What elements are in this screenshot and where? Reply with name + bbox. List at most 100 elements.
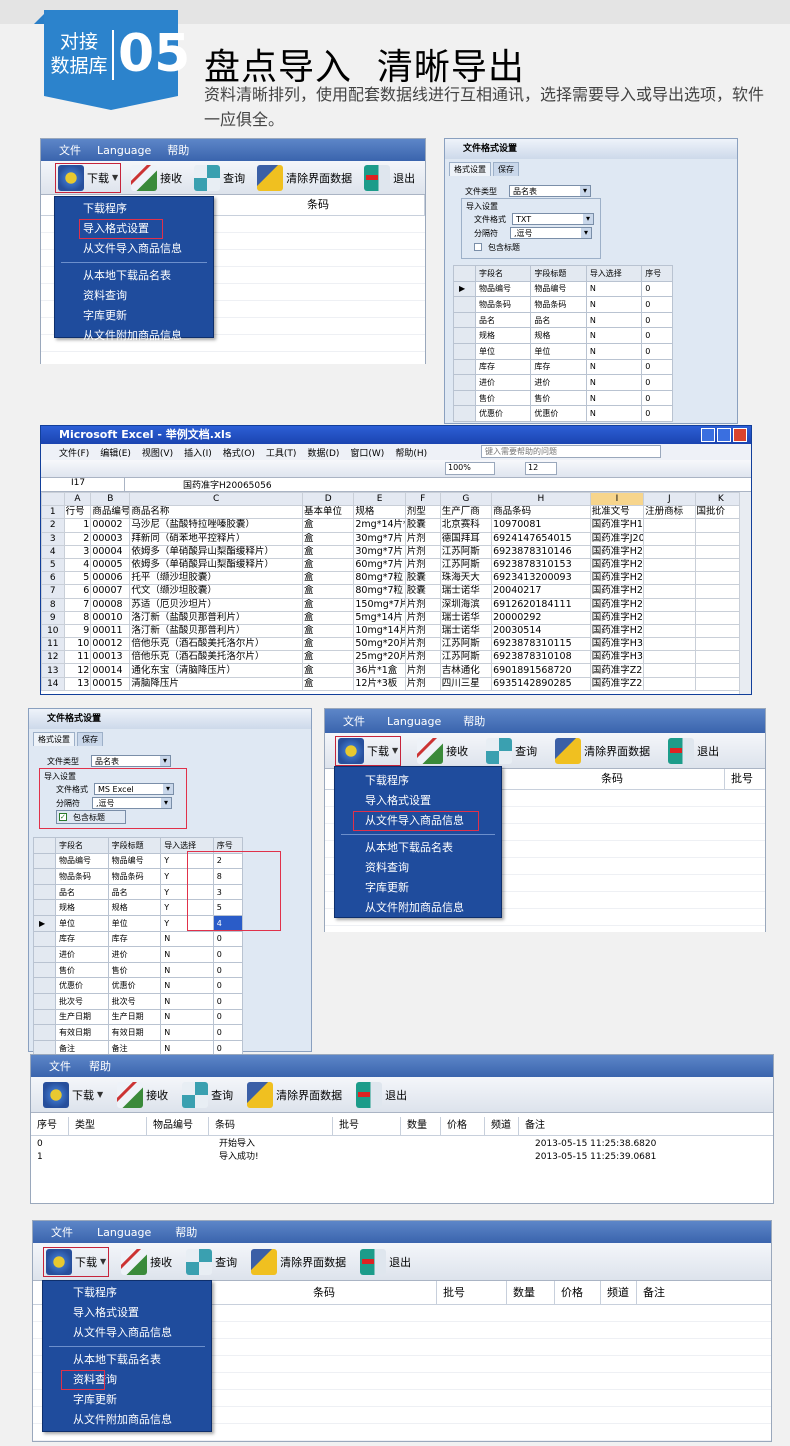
name-box[interactable]: I17 bbox=[41, 478, 125, 491]
excel-menu-item[interactable]: 文件(F) bbox=[59, 446, 89, 459]
sheet-cell[interactable]: 盒 bbox=[301, 571, 355, 586]
column-letter[interactable]: E bbox=[353, 491, 406, 507]
sheet-cell[interactable]: 国药准字J20040031 bbox=[589, 531, 645, 546]
sheet-cell[interactable]: 江苏阿斯 bbox=[439, 557, 493, 573]
vertical-scrollbar[interactable] bbox=[739, 492, 751, 694]
sheet-cell[interactable]: 00007 bbox=[90, 584, 131, 599]
table-row[interactable]: 优惠价 优惠价 N 0 bbox=[33, 977, 244, 994]
sheet-cell[interactable]: 13 bbox=[63, 676, 92, 691]
download-button[interactable]: 下载 ▼ bbox=[335, 735, 402, 766]
select-all-cell[interactable] bbox=[41, 491, 65, 507]
excel-menu-item[interactable]: 插入(I) bbox=[184, 446, 212, 459]
sheet-cell[interactable]: 倍他乐克（酒石酸美托洛尔片） bbox=[129, 637, 303, 652]
sheet-cell[interactable]: 盒 bbox=[301, 518, 355, 533]
menu-item-data-query[interactable]: 资料查询 bbox=[61, 1370, 117, 1390]
sheet-cell[interactable]: 00012 bbox=[90, 637, 131, 652]
file-format-select[interactable]: MS Excel bbox=[94, 783, 174, 795]
sheet-cell[interactable]: 洛汀新（盐酸贝那普利片） bbox=[129, 610, 303, 625]
col-type[interactable]: 类型 bbox=[69, 1117, 147, 1135]
sheet-cell[interactable]: 盒 bbox=[301, 676, 355, 691]
sheet-cell[interactable]: 9 bbox=[63, 623, 92, 639]
download-button[interactable]: 下载 ▼ bbox=[43, 1246, 110, 1277]
import-select-cell[interactable]: N bbox=[585, 374, 643, 391]
menu-help[interactable]: 帮助 bbox=[89, 1058, 111, 1074]
sheet-cell[interactable]: 江苏阿斯 bbox=[439, 544, 493, 559]
tab-save[interactable]: 保存 bbox=[77, 732, 103, 746]
sheet-cell[interactable] bbox=[643, 676, 696, 691]
sheet-cell[interactable]: 5 bbox=[63, 571, 92, 586]
sheet-cell[interactable]: 盒 bbox=[301, 610, 355, 625]
sheet-cell[interactable]: 江苏阿斯 bbox=[439, 650, 493, 665]
sheet-cell[interactable]: 国药准字H32025390 bbox=[589, 637, 645, 652]
exit-button[interactable]: 退出 bbox=[358, 1247, 413, 1277]
log-row[interactable]: 1 导入成功! 2013-05-15 11:25:39.0681 bbox=[31, 1151, 773, 1164]
menu-item-download-local[interactable]: 从本地下载品名表 bbox=[335, 838, 501, 858]
menu-file[interactable]: 文件 bbox=[343, 713, 365, 729]
menu-help[interactable]: 帮助 bbox=[167, 142, 189, 158]
sheet-cell[interactable]: 00006 bbox=[90, 571, 131, 586]
close-icon[interactable] bbox=[733, 428, 747, 442]
sheet-cell[interactable]: 苏适（厄贝沙坦片） bbox=[129, 597, 303, 612]
sheet-cell[interactable]: 00011 bbox=[90, 623, 131, 639]
import-select-cell[interactable]: N bbox=[585, 280, 643, 298]
sheet-cell[interactable]: 盒 bbox=[301, 597, 355, 612]
sheet-cell[interactable]: 马沙尼（盐酸特拉唑嗪胶囊） bbox=[129, 518, 303, 533]
sheet-cell[interactable]: 德国拜耳 bbox=[439, 531, 493, 546]
sheet-cell[interactable]: 片剂 bbox=[404, 610, 441, 625]
menu-item-font-update[interactable]: 字库更新 bbox=[335, 878, 501, 898]
menu-item-import-from-file[interactable]: 从文件导入商品信息 bbox=[55, 239, 213, 259]
menu-item-append-from-file[interactable]: 从文件附加商品信息 bbox=[55, 326, 213, 346]
excel-menu-item[interactable]: 格式(O) bbox=[223, 446, 255, 459]
sheet-cell[interactable]: 瑞士诺华 bbox=[439, 610, 493, 625]
sheet-cell[interactable]: 商品编号 bbox=[90, 505, 131, 520]
sheet-cell[interactable]: 1 bbox=[63, 518, 92, 533]
header-checkbox[interactable]: 包含标题 bbox=[474, 240, 600, 254]
sheet-cell[interactable] bbox=[643, 518, 696, 533]
menu-item-data-query[interactable]: 资料查询 bbox=[55, 286, 213, 306]
sheet-cell[interactable] bbox=[643, 650, 696, 665]
sheet-cell[interactable]: 7 bbox=[63, 597, 92, 612]
menu-item-download-local[interactable]: 从本地下载品名表 bbox=[55, 266, 213, 286]
table-row[interactable]: 单位 单位 N 0 bbox=[453, 342, 673, 360]
table-row[interactable]: 进价 进价 N 0 bbox=[453, 374, 673, 391]
file-type-select[interactable]: 品名表 bbox=[91, 755, 171, 767]
header-checkbox[interactable]: ✓ 包含标题 bbox=[56, 810, 126, 824]
table-row[interactable]: 批次号 批次号 N 0 bbox=[33, 992, 244, 1010]
sheet-cell[interactable]: 倍他乐克（酒石酸美托洛尔片） bbox=[129, 650, 303, 665]
sheet-cell[interactable]: 江苏阿斯 bbox=[439, 637, 493, 652]
sheet-cell[interactable]: 国药准字H20030514 bbox=[589, 623, 645, 639]
table-row[interactable]: 规格 规格 N 0 bbox=[453, 327, 673, 344]
col-remark[interactable]: 备注 bbox=[637, 1281, 665, 1305]
column-letter[interactable]: B bbox=[90, 491, 131, 507]
sheet-cell[interactable]: 20030514 bbox=[491, 623, 591, 639]
sheet-cell[interactable]: 6923878310115 bbox=[491, 637, 591, 652]
sheet-cell[interactable]: 2 bbox=[63, 531, 92, 546]
import-select-cell[interactable]: N bbox=[585, 311, 643, 329]
sheet-cell[interactable]: 盒 bbox=[301, 650, 355, 665]
sheet-cell[interactable]: 6912620184111 bbox=[491, 597, 591, 612]
sheet-cell[interactable]: 00002 bbox=[90, 518, 131, 533]
sheet-cell[interactable]: 依姆多（单硝酸异山梨酯缓释片） bbox=[129, 557, 303, 573]
menu-item-append-from-file[interactable]: 从文件附加商品信息 bbox=[335, 898, 501, 918]
col-barcode[interactable]: 条码 bbox=[301, 195, 425, 215]
row-number[interactable]: 8 bbox=[41, 597, 65, 612]
sheet-cell[interactable]: 30mg*7片 bbox=[353, 531, 406, 546]
sheet-cell[interactable] bbox=[643, 584, 696, 599]
menu-item-download-local[interactable]: 从本地下载品名表 bbox=[43, 1350, 211, 1370]
menu-language[interactable]: Language bbox=[97, 1226, 151, 1239]
col-batch[interactable]: 批号 bbox=[333, 1117, 401, 1135]
sheet-cell[interactable]: 5mg*14片 bbox=[353, 610, 406, 625]
sheet-cell[interactable]: 20000292 bbox=[491, 610, 591, 625]
menu-item-download-program[interactable]: 下载程序 bbox=[43, 1283, 211, 1303]
sheet-cell[interactable]: 瑞士诺华 bbox=[439, 584, 493, 599]
sheet-cell[interactable]: 10 bbox=[63, 637, 92, 652]
excel-menu-item[interactable]: 视图(V) bbox=[142, 446, 173, 459]
sheet-cell[interactable]: 规格 bbox=[353, 505, 406, 520]
row-number[interactable]: 1 bbox=[41, 505, 65, 520]
import-select-cell[interactable]: N bbox=[585, 358, 643, 376]
sheet-cell[interactable]: 12片*3板 bbox=[353, 676, 406, 691]
row-number[interactable]: 3 bbox=[41, 531, 65, 546]
sheet-cell[interactable]: 00008 bbox=[90, 597, 131, 612]
row-number[interactable]: 10 bbox=[41, 623, 65, 639]
sheet-cell[interactable]: 注册商标 bbox=[643, 505, 696, 520]
